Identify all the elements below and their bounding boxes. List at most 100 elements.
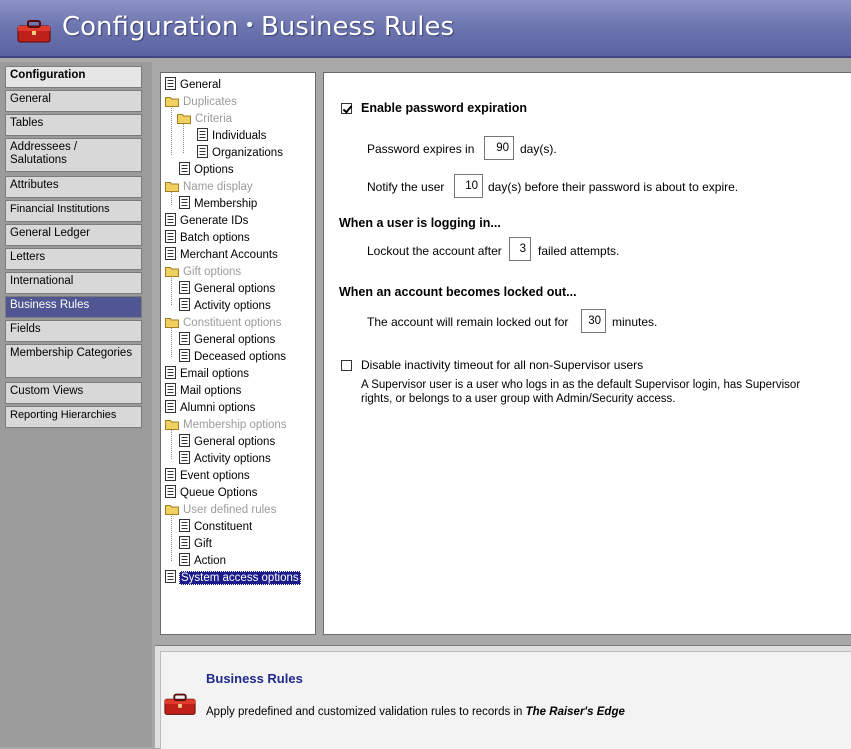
tree-item-event-options[interactable]: Event options — [165, 468, 251, 484]
tree-item-criteria[interactable]: Criteria — [177, 111, 233, 127]
document-icon — [179, 349, 190, 367]
tree-item-membership-general[interactable]: General options — [179, 434, 276, 450]
nav-item-attributes[interactable]: Attributes — [5, 176, 142, 198]
tree-item-udr-action[interactable]: Action — [179, 553, 227, 569]
document-icon — [165, 485, 176, 503]
lockout-prefix: Lockout the account after — [367, 244, 502, 258]
system-access-panel: Enable password expiration Password expi… — [323, 72, 851, 635]
password-expires-days-input[interactable]: 90 — [484, 136, 514, 160]
folder-icon — [165, 180, 179, 197]
enable-password-expiration-label: Enable password expiration — [361, 101, 528, 115]
document-icon — [165, 570, 176, 588]
nav-item-membership-categories[interactable]: Membership Categories — [5, 344, 142, 378]
document-icon — [165, 77, 176, 95]
logging-in-heading: When a user is logging in... — [339, 216, 501, 230]
nav-item-international[interactable]: International — [5, 272, 142, 294]
tree-item-merchant-accounts[interactable]: Merchant Accounts — [165, 247, 279, 263]
folder-icon — [165, 265, 179, 282]
supervisor-note-line1: A Supervisor user is a user who logs in … — [361, 379, 801, 391]
tree-item-user-defined-rules[interactable]: User defined rules — [165, 502, 277, 518]
tree-item-membership[interactable]: Membership — [179, 196, 258, 212]
enable-password-expiration-checkbox[interactable] — [341, 103, 352, 114]
nav-item-custom-views[interactable]: Custom Views — [5, 382, 142, 404]
tree-item-gift-options[interactable]: Gift options — [165, 264, 242, 280]
tree-item-general[interactable]: General — [165, 77, 222, 93]
tree-item-constituent-general[interactable]: General options — [179, 332, 276, 348]
folder-icon — [165, 503, 179, 520]
expires-prefix: Password expires in — [367, 142, 475, 156]
tree-item-individuals[interactable]: Individuals — [197, 128, 267, 144]
locked-minutes-input[interactable]: 30 — [581, 309, 606, 333]
folder-icon — [165, 316, 179, 333]
tree-item-queue-options[interactable]: Queue Options — [165, 485, 258, 501]
tree-item-name-display[interactable]: Name display — [165, 179, 254, 195]
nav-item-business-rules[interactable]: Business Rules — [5, 296, 142, 318]
failed-attempts-input[interactable]: 3 — [509, 237, 531, 261]
tree-item-email-options[interactable]: Email options — [165, 366, 250, 382]
nav-item-reporting-hierarchies[interactable]: Reporting Hierarchies — [5, 406, 142, 428]
nav-item-fields[interactable]: Fields — [5, 320, 142, 342]
tree-item-alumni-options[interactable]: Alumni options — [165, 400, 256, 416]
notify-prefix: Notify the user — [367, 180, 445, 194]
document-icon — [179, 553, 190, 571]
toolbox-icon — [17, 20, 51, 43]
document-icon — [165, 213, 176, 231]
description-panel: Business Rules Apply predefined and cust… — [155, 645, 851, 749]
description-text: Apply predefined and customized validati… — [206, 706, 625, 718]
document-icon — [165, 230, 176, 248]
options-tree: General Duplicates Criteria Individuals … — [160, 72, 316, 635]
tree-item-duplicates[interactable]: Duplicates — [165, 94, 238, 110]
tree-item-gift-activity[interactable]: Activity options — [179, 298, 272, 314]
document-icon — [165, 400, 176, 418]
document-icon — [179, 298, 190, 316]
supervisor-note-line2: rights, or belongs to a user group with … — [361, 393, 676, 405]
tree-item-constituent-options[interactable]: Constituent options — [165, 315, 282, 331]
document-icon — [165, 366, 176, 384]
nav-item-general[interactable]: General — [5, 90, 142, 112]
document-icon — [165, 383, 176, 401]
notify-days-input[interactable]: 10 — [454, 174, 483, 198]
notify-suffix: day(s) before their password is about to… — [488, 180, 739, 194]
document-icon — [165, 468, 176, 486]
tree-item-membership-options[interactable]: Membership options — [165, 417, 288, 433]
tree-item-udr-constituent[interactable]: Constituent — [179, 519, 253, 535]
document-icon — [179, 162, 190, 180]
tree-item-organizations[interactable]: Organizations — [197, 145, 284, 161]
tree-item-gift-general[interactable]: General options — [179, 281, 276, 297]
folder-icon — [177, 112, 191, 129]
nav-item-general-ledger[interactable]: General Ledger — [5, 224, 142, 246]
description-inner: Business Rules Apply predefined and cust… — [160, 651, 851, 749]
folder-icon — [165, 418, 179, 435]
locked-out-heading: When an account becomes locked out... — [339, 285, 577, 299]
document-icon — [179, 451, 190, 469]
page-title: Configuration • Business Rules — [62, 12, 455, 42]
disable-inactivity-timeout-checkbox[interactable] — [341, 360, 352, 371]
nav-item-addressees[interactable]: Addressees / Salutations — [5, 138, 142, 172]
nav-header-configuration[interactable]: Configuration — [5, 66, 142, 88]
document-icon — [179, 519, 190, 537]
locked-prefix: The account will remain locked out for — [367, 315, 569, 329]
document-icon — [179, 536, 190, 554]
tree-item-batch-options[interactable]: Batch options — [165, 230, 251, 246]
document-icon — [197, 145, 208, 163]
document-icon — [179, 434, 190, 452]
tree-item-membership-activity[interactable]: Activity options — [179, 451, 272, 467]
tree-item-constituent-deceased[interactable]: Deceased options — [179, 349, 287, 365]
nav-item-letters[interactable]: Letters — [5, 248, 142, 270]
tree-item-system-access-options[interactable]: System access options — [165, 570, 301, 586]
description-title: Business Rules — [206, 671, 303, 686]
tree-item-duplicates-options[interactable]: Options — [179, 162, 235, 178]
document-icon — [179, 332, 190, 350]
tree-item-mail-options[interactable]: Mail options — [165, 383, 242, 399]
folder-icon — [165, 95, 179, 112]
tree-item-generate-ids[interactable]: Generate IDs — [165, 213, 249, 229]
toolbox-icon — [164, 693, 196, 715]
document-icon — [179, 281, 190, 299]
document-icon — [197, 128, 208, 146]
expires-suffix: day(s). — [520, 142, 557, 156]
title-bar: Configuration • Business Rules — [0, 0, 851, 58]
tree-item-udr-gift[interactable]: Gift — [179, 536, 213, 552]
nav-item-tables[interactable]: Tables — [5, 114, 142, 136]
disable-inactivity-timeout-label: Disable inactivity timeout for all non-S… — [361, 358, 644, 372]
nav-item-financial-institutions[interactable]: Financial Institutions — [5, 200, 142, 222]
